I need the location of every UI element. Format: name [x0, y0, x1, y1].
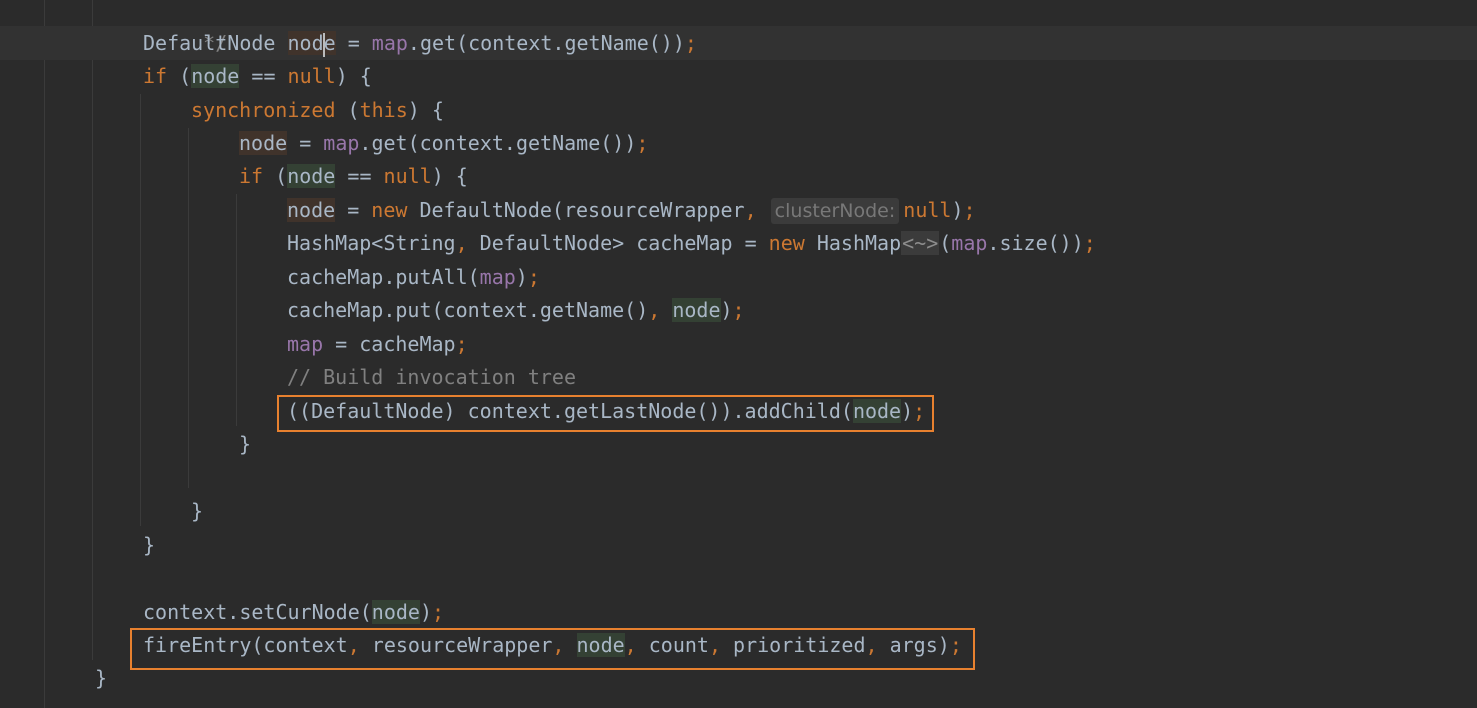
- highlight-box-addchild: [277, 395, 934, 432]
- comma-token: ,: [744, 198, 757, 222]
- variable-token: node: [371, 600, 420, 624]
- operator-token: ==: [335, 164, 384, 188]
- code-line[interactable]: // Build invocation tree: [287, 360, 576, 394]
- closing-brace: }: [191, 499, 204, 523]
- semicolon-token: ;: [432, 600, 445, 624]
- type-token: HashMap<String: [287, 231, 456, 255]
- field-token: map: [371, 31, 408, 55]
- code-line[interactable]: cacheMap.put(context.getName(), node);: [287, 293, 745, 327]
- code-line[interactable]: node = new DefaultNode(resourceWrapper, …: [287, 193, 976, 227]
- keyword-token: new: [768, 231, 805, 255]
- keyword-token: null: [287, 64, 336, 88]
- operator-token: =: [335, 31, 372, 55]
- indent-guide: [236, 194, 237, 426]
- code-line[interactable]: DefaultNode node = map.get(context.getNa…: [143, 26, 697, 60]
- code-line[interactable]: }: [143, 528, 155, 562]
- indent-guide: [44, 0, 45, 708]
- code-line[interactable]: if (node == null) {: [143, 59, 372, 93]
- operator-token: ==: [239, 64, 288, 88]
- field-token: map: [479, 265, 516, 289]
- paren-token: (: [335, 98, 360, 122]
- semicolon-token: ;: [732, 298, 745, 322]
- call-token: .size()): [987, 231, 1084, 255]
- line-comment: // Build invocation tree: [287, 365, 576, 389]
- code-editor[interactable]: */ DefaultNode node = map.get(context.ge…: [0, 0, 1477, 708]
- variable-token: node: [191, 64, 240, 88]
- paren-token: ): [515, 265, 528, 289]
- keyword-token: null: [383, 164, 432, 188]
- call-token: cacheMap.put(context.getName(): [287, 298, 649, 322]
- comma-token: ,: [455, 231, 468, 255]
- code-line[interactable]: }: [95, 661, 107, 695]
- field-token: map: [287, 332, 324, 356]
- call-token: context.setCurNode(: [143, 600, 372, 624]
- semicolon-token: ;: [684, 31, 697, 55]
- paren-token: ) {: [335, 64, 372, 88]
- folded-generics[interactable]: <~>: [901, 231, 940, 255]
- keyword-token: synchronized: [191, 98, 336, 122]
- indent-guide: [188, 128, 189, 488]
- variable-token: node: [239, 131, 288, 155]
- keyword-token: if: [143, 64, 168, 88]
- assignment-token: = cacheMap: [323, 332, 456, 356]
- semicolon-token: ;: [455, 332, 468, 356]
- code-line[interactable]: }: [191, 494, 203, 528]
- field-token: map: [951, 231, 988, 255]
- type-token: HashMap: [804, 231, 902, 255]
- code-line[interactable]: }: [239, 427, 251, 461]
- operator-token: =: [287, 131, 324, 155]
- keyword-token: null: [903, 198, 952, 222]
- comma-token: ,: [648, 298, 661, 322]
- paren-token: ) {: [431, 164, 468, 188]
- highlight-box-fireentry: [130, 628, 975, 670]
- paren-token: (: [167, 64, 192, 88]
- indent-guide: [140, 94, 141, 526]
- paren-token: (: [263, 164, 288, 188]
- parameter-hint: clusterNode:: [770, 198, 900, 224]
- call-token: .get(context.getName()): [407, 31, 685, 55]
- variable-token: node: [287, 164, 336, 188]
- keyword-token: new: [371, 198, 408, 222]
- field-token: map: [323, 131, 360, 155]
- paren-token: ): [419, 600, 432, 624]
- call-token: DefaultNode(resourceWrapper: [407, 198, 745, 222]
- operator-token: =: [335, 198, 372, 222]
- code-line[interactable]: map = cacheMap;: [287, 327, 468, 361]
- code-line[interactable]: cacheMap.putAll(map);: [287, 260, 540, 294]
- semicolon-token: ;: [963, 198, 976, 222]
- code-line[interactable]: if (node == null) {: [239, 159, 468, 193]
- code-line[interactable]: */: [155, 0, 227, 55]
- paren-token: ): [720, 298, 733, 322]
- call-token: .get(context.getName()): [359, 131, 637, 155]
- code-line[interactable]: synchronized (this) {: [191, 93, 444, 127]
- keyword-token: if: [239, 164, 264, 188]
- semicolon-token: ;: [636, 131, 649, 155]
- code-line[interactable]: node = map.get(context.getName());: [239, 126, 648, 160]
- declaration-token: DefaultNode> cacheMap =: [467, 231, 769, 255]
- code-line[interactable]: context.setCurNode(node);: [143, 595, 444, 629]
- closing-brace: }: [143, 533, 156, 557]
- paren-token: ) {: [407, 98, 444, 122]
- paren-token: (: [939, 231, 952, 255]
- type-token: DefaultNode: [143, 31, 288, 55]
- indent-guide: [92, 0, 93, 660]
- variable-token: node: [672, 298, 721, 322]
- keyword-token: this: [359, 98, 408, 122]
- semicolon-token: ;: [527, 265, 540, 289]
- variable-token: node: [287, 198, 336, 222]
- paren-token: ): [951, 198, 964, 222]
- code-line[interactable]: HashMap<String, DefaultNode> cacheMap = …: [287, 226, 1096, 260]
- call-token: cacheMap.putAll(: [287, 265, 480, 289]
- closing-brace: }: [239, 432, 252, 456]
- semicolon-token: ;: [1083, 231, 1096, 255]
- closing-brace: }: [95, 666, 108, 690]
- variable-token: node: [287, 31, 336, 57]
